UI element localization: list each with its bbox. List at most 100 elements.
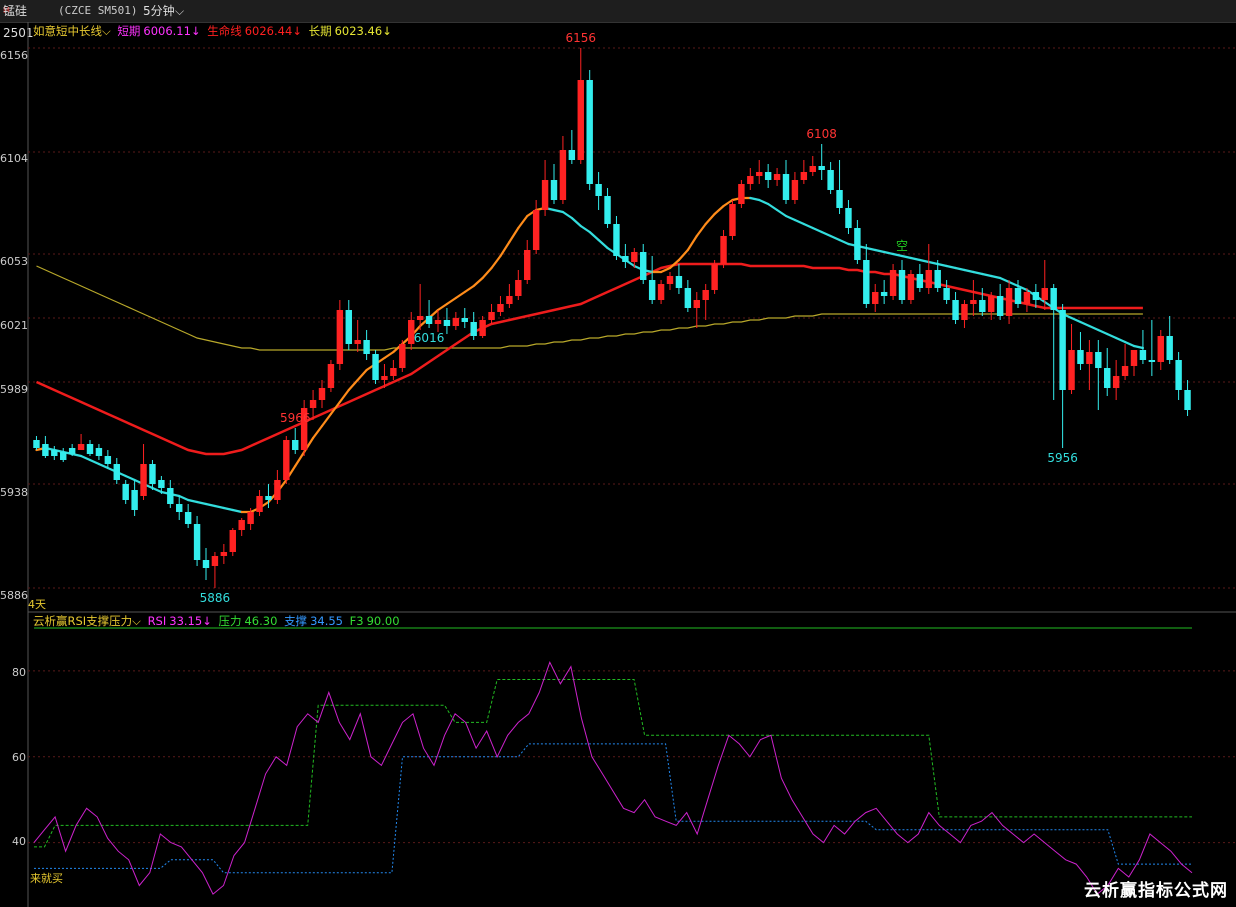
short-term-line-segment <box>472 276 484 288</box>
candle-body <box>702 290 709 300</box>
short-term-line-segment <box>954 266 966 272</box>
candle-body <box>791 180 799 200</box>
candle-body <box>604 196 611 224</box>
candle-body <box>372 354 379 380</box>
candle-body <box>818 166 825 170</box>
candle-body <box>747 176 754 184</box>
candle-body <box>256 496 263 512</box>
candle-body <box>68 448 76 454</box>
short-term-line-segment <box>454 290 466 300</box>
candle-body <box>640 252 647 280</box>
candle-body <box>925 270 932 288</box>
candle-body <box>889 270 897 296</box>
candle-body <box>158 480 165 488</box>
candle-body <box>524 250 531 280</box>
candle-body <box>434 320 442 324</box>
candle-body <box>443 320 451 326</box>
candle-body <box>1005 288 1013 316</box>
short-term-line-segment <box>820 230 832 238</box>
candle-body <box>354 340 361 344</box>
candle-body <box>470 322 477 336</box>
short-term-line-segment <box>151 486 163 494</box>
candle-body <box>863 260 870 304</box>
watermark: 云析赢指标公式网 <box>1084 881 1228 901</box>
short-term-line-segment <box>552 208 565 214</box>
candle-body <box>292 440 299 450</box>
candle-body <box>756 172 763 176</box>
short-term-line-segment <box>909 256 921 262</box>
candle-body <box>907 274 915 300</box>
candle-body <box>184 512 192 524</box>
candle-body <box>274 480 281 500</box>
short-term-line-segment <box>490 254 502 270</box>
candle-body <box>1148 360 1156 362</box>
candle-body <box>113 464 120 480</box>
candle-body <box>416 316 424 320</box>
candle-body <box>764 172 772 180</box>
candle-body <box>809 166 816 172</box>
short-term-line-segment <box>356 368 368 382</box>
short-term-line-segment <box>802 222 814 230</box>
candle-body <box>220 552 228 556</box>
candle-body <box>720 236 727 264</box>
candle-body <box>1059 310 1066 390</box>
short-term-line-segment <box>79 454 92 462</box>
short-term-line-segment <box>704 212 716 226</box>
candle-body <box>934 270 941 288</box>
short-term-line-segment <box>749 196 761 202</box>
short-term-line-segment <box>222 506 234 512</box>
candle-body <box>1068 350 1075 390</box>
short-term-line-segment <box>187 498 199 504</box>
short-term-line-segment <box>999 276 1011 284</box>
candle-body <box>211 556 219 566</box>
candle-body <box>238 520 245 530</box>
short-term-line-segment <box>517 214 529 230</box>
short-term-line-segment <box>775 208 788 218</box>
short-term-line-segment <box>811 226 823 234</box>
short-term-line-segment <box>383 350 395 360</box>
short-term-line-segment <box>713 204 725 216</box>
candle-body <box>51 450 58 456</box>
candle-body <box>880 292 888 296</box>
candle-body <box>399 344 406 368</box>
chart-canvas[interactable]: 6156 6108 5966 5886 6016 5956 空 <box>0 0 1236 907</box>
life-line <box>35 262 1143 456</box>
candle-body <box>1095 352 1102 368</box>
candle-body <box>872 292 879 304</box>
candle-body <box>461 318 468 322</box>
short-term-line-segment <box>436 302 449 312</box>
candle-body <box>1184 390 1191 410</box>
short-term-line-segment <box>677 248 689 262</box>
short-term-line-segment <box>1079 320 1091 328</box>
short-term-line-segment <box>891 252 904 258</box>
short-term-line-segment <box>927 260 939 266</box>
short-term-line-segment <box>883 250 895 256</box>
candle-body <box>961 304 968 320</box>
short-term-line-segment <box>945 264 957 270</box>
short-term-line-segment <box>990 274 1002 280</box>
short-term-line-segment <box>124 474 136 482</box>
candle-body <box>1041 288 1048 300</box>
candle-body <box>1104 368 1111 388</box>
candle-body <box>140 464 147 496</box>
short-term-line-segment <box>561 210 573 220</box>
candle-body <box>336 310 344 364</box>
candle-body <box>497 304 504 312</box>
price-extreme-label: 6156 <box>565 31 596 45</box>
candle-body <box>149 464 156 484</box>
candle-body <box>970 300 977 304</box>
candle-body <box>86 444 94 454</box>
candle-body <box>568 150 576 160</box>
candle-body <box>318 388 326 400</box>
candle-body <box>675 276 683 288</box>
short-term-line-segment <box>311 424 324 440</box>
price-extreme-label: 5966 <box>280 411 311 425</box>
candle-body <box>1014 288 1022 304</box>
candle-body <box>666 276 674 284</box>
short-term-line-segment <box>1097 328 1109 336</box>
candle-body <box>506 296 513 304</box>
short-term-line-segment <box>1070 316 1082 324</box>
candle-body <box>711 264 718 290</box>
candle-body <box>532 210 540 250</box>
short-term-line-segment <box>758 198 770 206</box>
